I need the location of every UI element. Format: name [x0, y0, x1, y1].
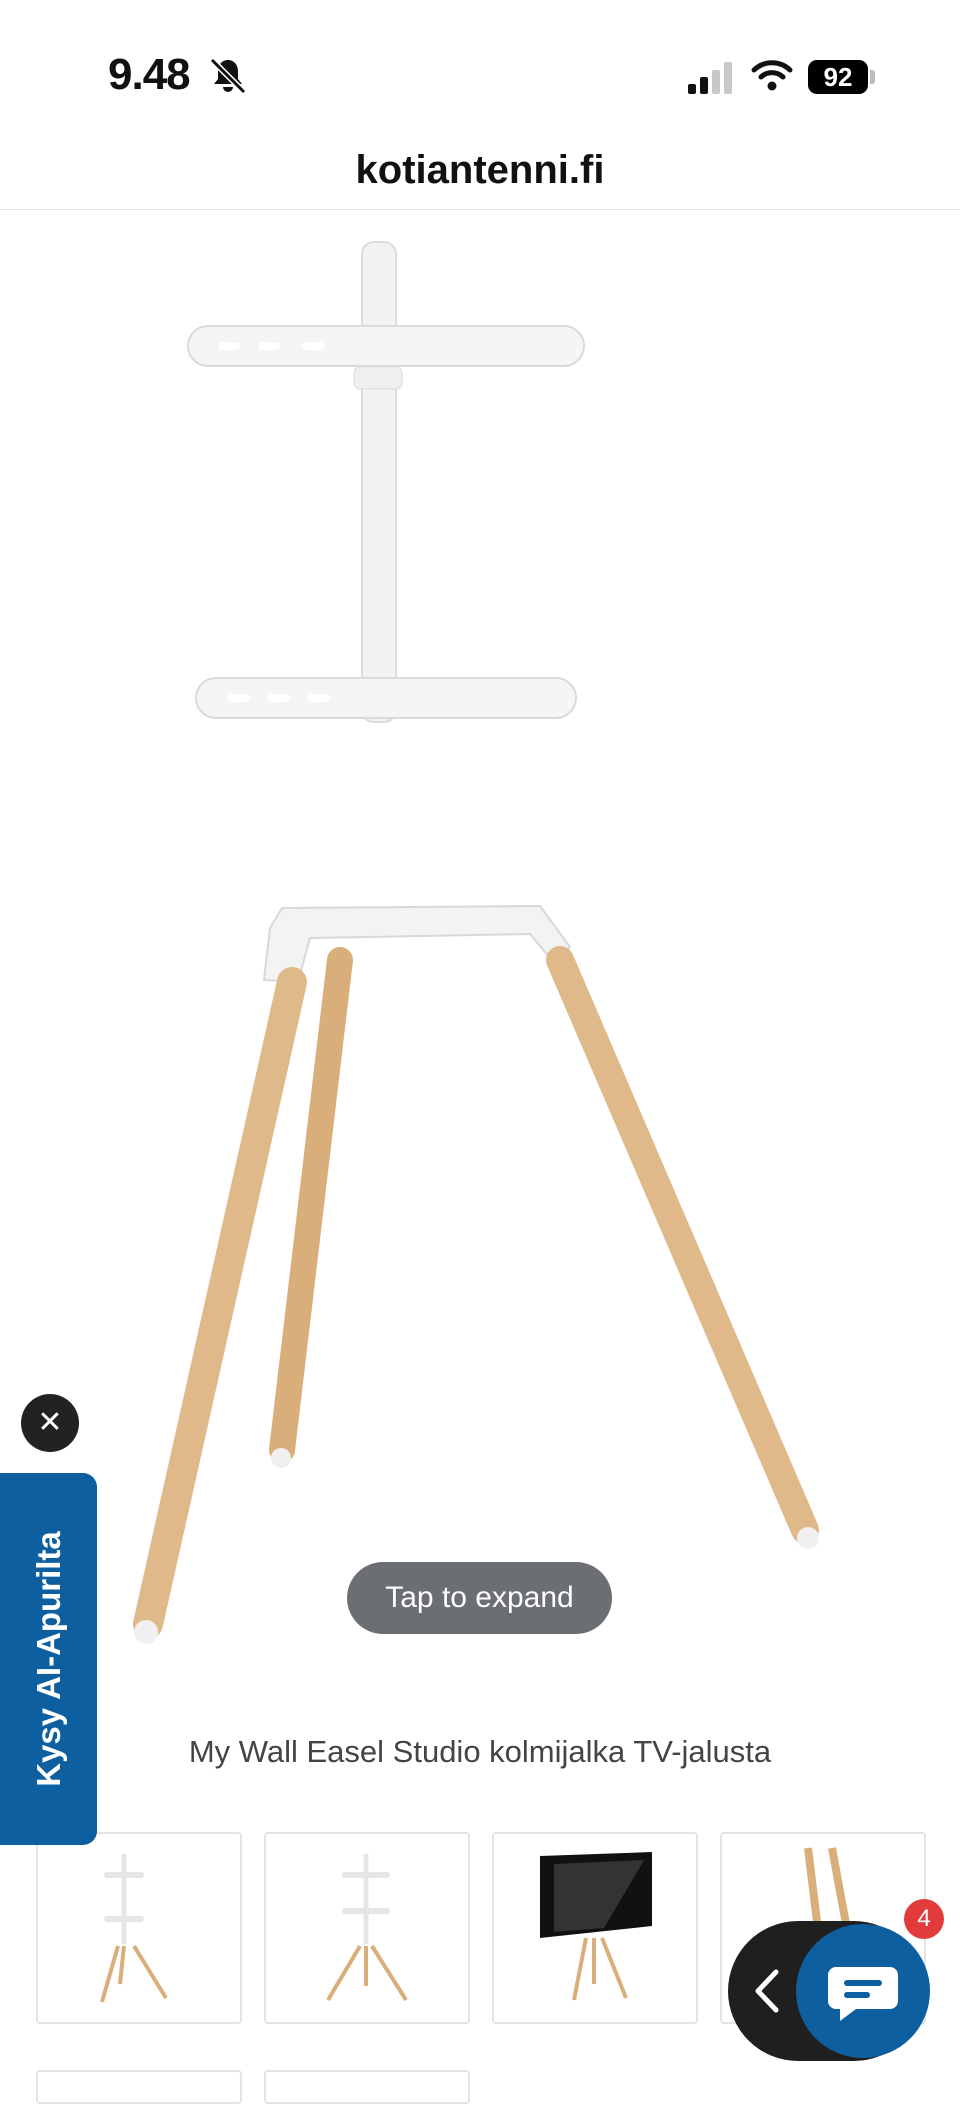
- address-bar-url: kotiantenni.fi: [355, 148, 605, 192]
- close-icon[interactable]: ✕: [21, 1394, 79, 1452]
- bell-muted-icon: [209, 57, 247, 95]
- chevron-left-icon[interactable]: [748, 1966, 788, 2016]
- ai-assistant-label: Kysy AI-Apurilta: [29, 1531, 67, 1787]
- unread-badge: 4: [904, 1899, 944, 1939]
- wifi-icon: [751, 60, 793, 91]
- thumbnail-3[interactable]: [492, 1832, 698, 2024]
- battery-tip: [870, 70, 875, 84]
- product-caption: My Wall Easel Studio kolmijalka TV-jalus…: [188, 1734, 772, 1769]
- thumbnail-5[interactable]: [36, 2070, 242, 2104]
- address-bar[interactable]: kotiantenni.fi: [0, 130, 960, 210]
- status-time: 9.48: [108, 50, 191, 99]
- thumbnail-2[interactable]: [264, 1832, 470, 2024]
- tap-to-expand-button[interactable]: Tap to expand: [347, 1562, 612, 1634]
- ai-assistant-tab[interactable]: Kysy AI-Apurilta: [0, 1473, 97, 1845]
- divider: [0, 209, 960, 210]
- battery-indicator: 92: [808, 60, 868, 94]
- chat-bubble-icon: [828, 1967, 898, 2021]
- thumbnail-1[interactable]: [36, 1832, 242, 2024]
- thumbnail-6[interactable]: [264, 2070, 470, 2104]
- product-image[interactable]: [0, 212, 960, 1672]
- cellular-signal-icon: [688, 62, 732, 94]
- status-bar: 9.48 92: [0, 0, 960, 120]
